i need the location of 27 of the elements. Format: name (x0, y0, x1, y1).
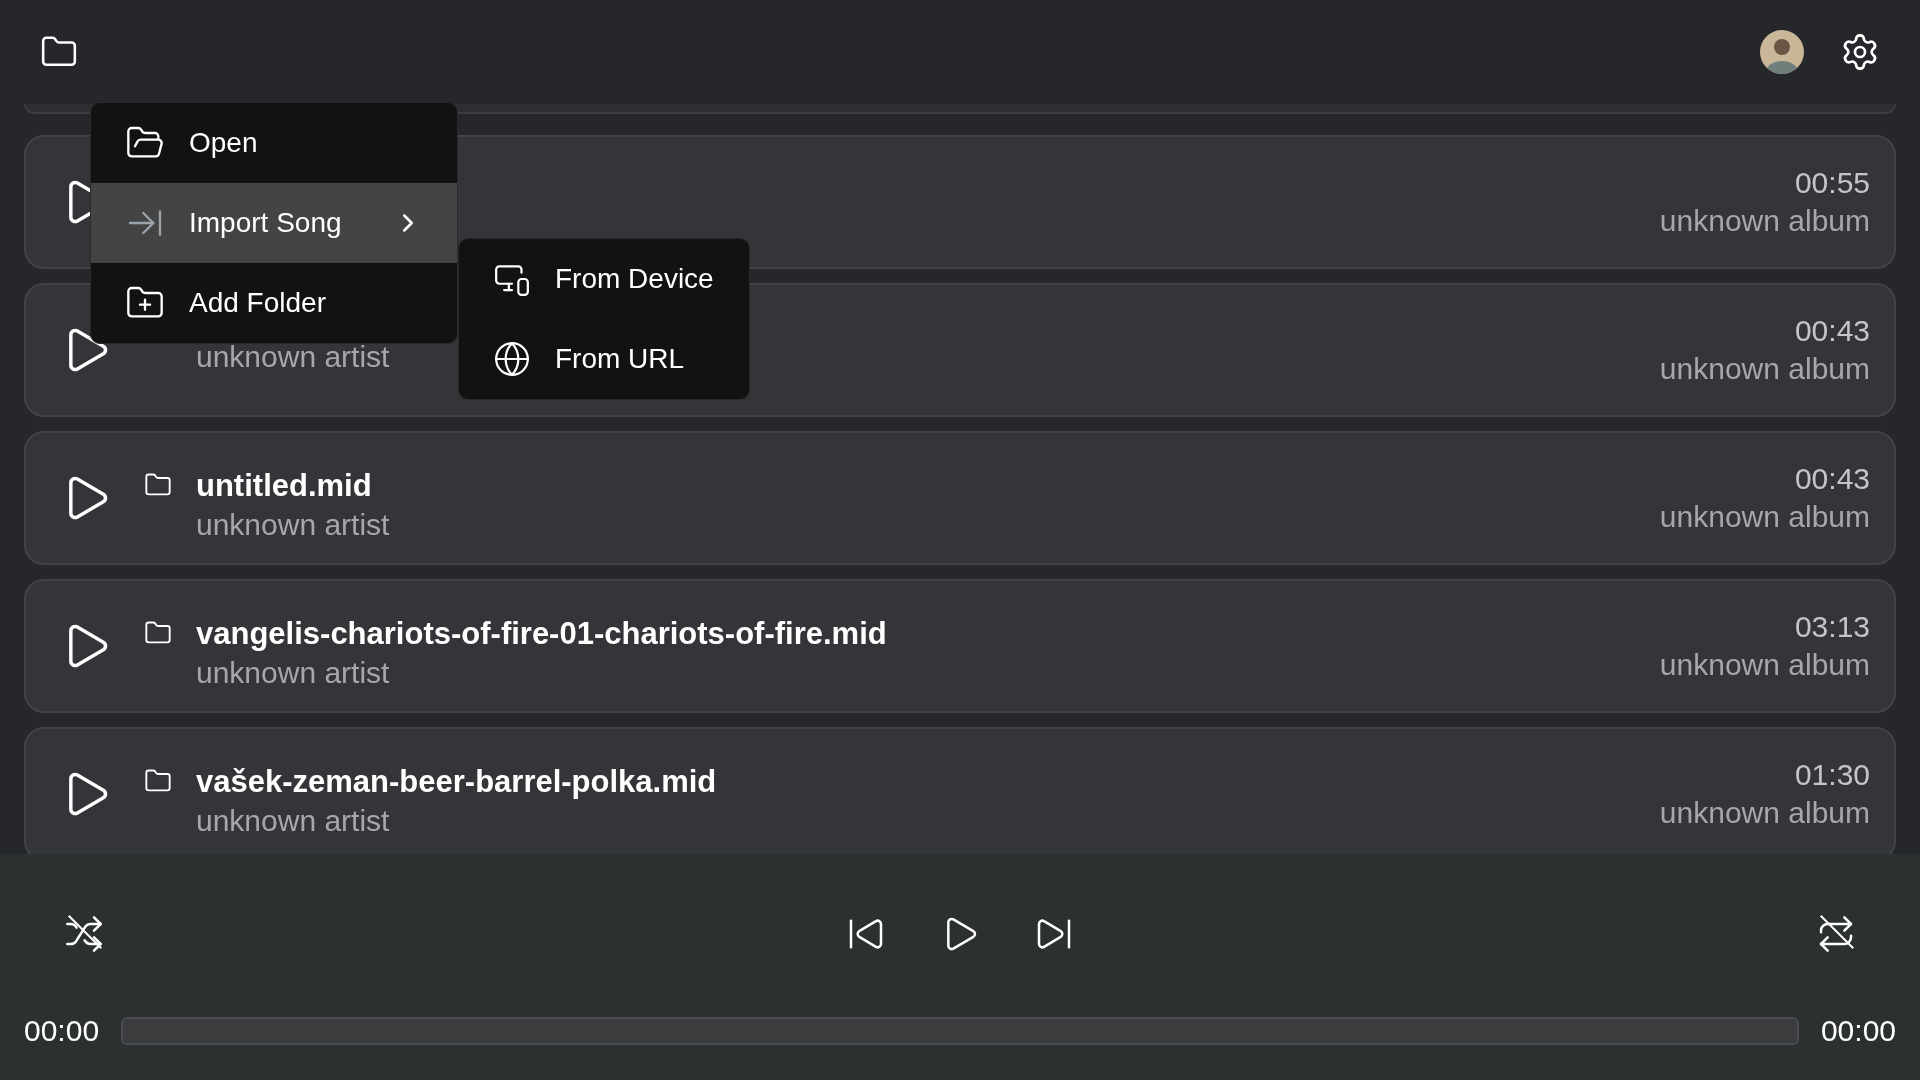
artist-name: unknown artist (196, 340, 390, 374)
artist-name: unknown artist (196, 656, 390, 690)
menu-item[interactable]: From URL (459, 319, 749, 399)
song-card[interactable]: untitled.mid unknown artist 00:43 unknown album (24, 431, 1896, 565)
artist-name: unknown artist (196, 804, 390, 838)
song-duration: 03:13 (1794, 610, 1870, 644)
artist-name: unknown artist (196, 508, 390, 542)
album-name: unknown album (1659, 500, 1870, 534)
song-duration: 00:43 (1794, 462, 1870, 496)
avatar[interactable] (1760, 30, 1804, 74)
album-name: unknown album (1659, 796, 1870, 830)
album-name: unknown album (1659, 648, 1870, 682)
song-duration: 01:30 (1794, 758, 1870, 792)
album-name: unknown album (1659, 204, 1870, 238)
song-title: vangelis-chariots-of-fire-01-chariots-of-fire.mid (196, 616, 887, 652)
song-title: vašek-zeman-beer-barrel-polka.mid (196, 764, 717, 800)
total-time: 00:00 (1820, 1014, 1896, 1048)
song-card[interactable]: vašek-zeman-beer-barrel-polka.mid unknown artist 01:30 unknown album (24, 727, 1896, 854)
menu-item[interactable]: Import Song (91, 183, 457, 263)
song-duration: 00:55 (1794, 166, 1870, 200)
song-title: untitled.mid (196, 468, 372, 504)
elapsed-time: 00:00 (24, 1014, 100, 1048)
shuffle-off-icon[interactable] (64, 914, 104, 954)
globe-icon (493, 340, 531, 378)
song-duration: 00:43 (1794, 314, 1870, 348)
album-name: unknown album (1659, 352, 1870, 386)
song-card[interactable]: vangelis-chariots-of-fire-01-chariots-of-fire.mid unknown artist 03:13 unknown album (24, 579, 1896, 713)
